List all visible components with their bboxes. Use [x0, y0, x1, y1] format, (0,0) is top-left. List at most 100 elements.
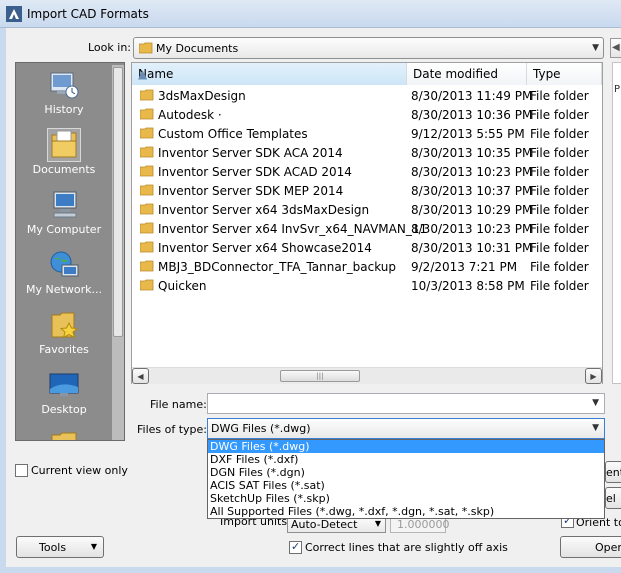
file-type-cell: File folder	[530, 203, 589, 217]
place-my-network-label: My Network...	[26, 283, 102, 296]
file-name-input[interactable]: ▼	[207, 393, 605, 414]
file-rows: 3dsMaxDesign 8/30/2013 11:49 PM File folde…	[132, 86, 602, 295]
place-history[interactable]: History	[18, 65, 110, 123]
file-type-option[interactable]: ACIS SAT Files (*.sat)	[208, 479, 604, 492]
place-favorites-label: Favorites	[39, 343, 89, 356]
file-type-select[interactable]: DWG Files (*.dwg) ▼	[207, 418, 605, 439]
chevron-down-icon[interactable]: ▼	[592, 423, 599, 433]
places-scrollbar[interactable]	[112, 65, 124, 440]
scroll-left-icon[interactable]: ◀	[132, 368, 149, 384]
file-type-option[interactable]: DXF Files (*.dxf)	[208, 453, 604, 466]
folder-icon	[140, 127, 154, 139]
open-button[interactable]: Open	[560, 536, 621, 558]
file-row[interactable]: Autodesk · 8/30/2013 10:36 PM File folder	[132, 105, 602, 124]
place-history-label: History	[44, 103, 84, 116]
folder-icon	[140, 203, 154, 215]
folder-icon	[140, 279, 154, 291]
file-date-cell: 8/30/2013 10:31 PM	[411, 241, 533, 255]
file-name-label: File name:	[150, 398, 207, 411]
import-units-value: Auto-Detect	[291, 518, 358, 531]
file-date-cell: 8/30/2013 10:23 PM	[411, 222, 533, 236]
cancel-button[interactable]: el	[605, 487, 621, 509]
file-type-cell: File folder	[530, 279, 589, 293]
file-name-cell: Inventor Server x64 3dsMaxDesign	[158, 203, 370, 217]
file-type-cell: File folder	[530, 241, 589, 255]
file-name-cell: Inventor Server SDK MEP 2014	[158, 184, 344, 198]
places-list: History Documents My Computer My Network…	[18, 65, 110, 440]
favorites-icon	[51, 312, 79, 339]
folder-icon	[140, 89, 154, 101]
column-header-type[interactable]: Type	[527, 63, 602, 85]
file-type-option[interactable]: SketchUp Files (*.skp)	[208, 492, 604, 505]
place-my-computer[interactable]: My Computer	[18, 185, 110, 243]
chevron-down-icon[interactable]: ▼	[592, 398, 599, 408]
file-name-cell: Inventor Server x64 InvSvr_x64_NAVMAN_11	[158, 222, 428, 236]
place-documents-label: Documents	[32, 163, 96, 176]
correct-lines-checkbox[interactable]	[289, 540, 302, 554]
place-documents[interactable]: Documents	[18, 125, 110, 183]
place-desktop[interactable]: Desktop	[18, 365, 110, 423]
file-type-option[interactable]: All Supported Files (*.dwg, *.dxf, *.dgn…	[208, 505, 604, 518]
file-list[interactable]: Name ▲ Date modified Type 3dsMaxDesign 8/…	[131, 62, 603, 384]
file-row[interactable]: Inventor Server x64 InvSvr_x64_NAVMAN_11…	[132, 219, 602, 238]
file-type-option[interactable]: DWG Files (*.dwg)	[208, 440, 604, 453]
cancel-button-label: el	[606, 492, 616, 505]
import-scale-value: 1.000000	[397, 518, 450, 531]
column-type-label: Type	[533, 67, 561, 81]
file-type-dropdown-list[interactable]: DWG Files (*.dwg) DXF Files (*.dxf) DGN Fi…	[207, 439, 605, 519]
back-arrow-icon: ◀	[612, 42, 620, 53]
file-type-option[interactable]: DGN Files (*.dgn)	[208, 466, 604, 479]
file-row[interactable]: Inventor Server SDK ACAD 2014 8/30/2013 1…	[132, 162, 602, 181]
file-name-cell: Inventor Server SDK ACAD 2014	[158, 165, 352, 179]
look-in-combo[interactable]: My Documents ▼	[133, 37, 604, 59]
title-bar: Import CAD Formats	[0, 0, 621, 28]
computer-icon	[53, 191, 77, 218]
file-row[interactable]: Custom Office Templates 9/12/2013 5:55 PM…	[132, 124, 602, 143]
folder-icon	[140, 165, 154, 177]
chevron-down-icon: ▼	[374, 519, 381, 528]
tools-button[interactable]: Tools ▼	[16, 536, 104, 558]
preview-label: P	[614, 84, 621, 95]
window-frame-left	[0, 28, 6, 573]
file-row[interactable]: Inventor Server x64 3dsMaxDesign 8/30/201…	[132, 200, 602, 219]
place-my-network[interactable]: My Network...	[18, 245, 110, 303]
column-date-label: Date modified	[413, 67, 499, 81]
file-list-horizontal-scrollbar[interactable]: ◀ ||| ▶	[132, 367, 602, 384]
preview-panel: P	[612, 62, 621, 384]
file-type-value: DWG Files (*.dwg)	[211, 422, 311, 435]
places-scroll-thumb[interactable]	[113, 67, 123, 337]
file-row[interactable]: MBJ3_BDConnector_TFA_Tannar_backup 9/2/20…	[132, 257, 602, 276]
file-name-cell: Quicken	[158, 279, 207, 293]
horizontal-scroll-thumb[interactable]: |||	[280, 370, 360, 382]
back-button[interactable]: ◀	[610, 38, 621, 58]
column-header-date[interactable]: Date modified	[407, 63, 527, 85]
file-name-cell: Custom Office Templates	[158, 127, 308, 141]
file-date-cell: 8/30/2013 10:23 PM	[411, 165, 533, 179]
place-more[interactable]	[18, 425, 110, 440]
folder-icon	[140, 184, 154, 196]
partial-button-top[interactable]: ente	[605, 461, 621, 483]
look-in-value: My Documents	[156, 42, 239, 55]
file-name-cell: 3dsMaxDesign	[158, 89, 246, 103]
current-view-only-checkbox[interactable]	[15, 464, 28, 477]
file-date-cell: 8/30/2013 10:35 PM	[411, 146, 533, 160]
column-header-name[interactable]: Name ▲	[132, 63, 407, 85]
desktop-icon	[49, 373, 79, 396]
current-view-only-label: Current view only	[31, 464, 128, 477]
file-row[interactable]: Inventor Server SDK ACA 2014 8/30/2013 10…	[132, 143, 602, 162]
file-date-cell: 8/30/2013 10:37 PM	[411, 184, 533, 198]
chevron-down-icon: ▼	[592, 43, 599, 53]
file-name-cell: Inventor Server SDK ACA 2014	[158, 146, 343, 160]
file-row[interactable]: Inventor Server x64 Showcase2014 8/30/201…	[132, 238, 602, 257]
folder-icon	[140, 222, 154, 234]
file-date-cell: 9/12/2013 5:55 PM	[411, 127, 525, 141]
file-row[interactable]: Inventor Server SDK MEP 2014 8/30/2013 10…	[132, 181, 602, 200]
place-favorites[interactable]: Favorites	[18, 305, 110, 363]
scroll-right-icon[interactable]: ▶	[585, 368, 602, 384]
file-type-cell: File folder	[530, 184, 589, 198]
file-row[interactable]: Quicken 10/3/2013 8:58 PM File folder	[132, 276, 602, 295]
file-type-cell: File folder	[530, 146, 589, 160]
file-row[interactable]: 3dsMaxDesign 8/30/2013 11:49 PM File folde…	[132, 86, 602, 105]
file-date-cell: 10/3/2013 8:58 PM	[411, 279, 525, 293]
folder-icon	[139, 42, 153, 54]
